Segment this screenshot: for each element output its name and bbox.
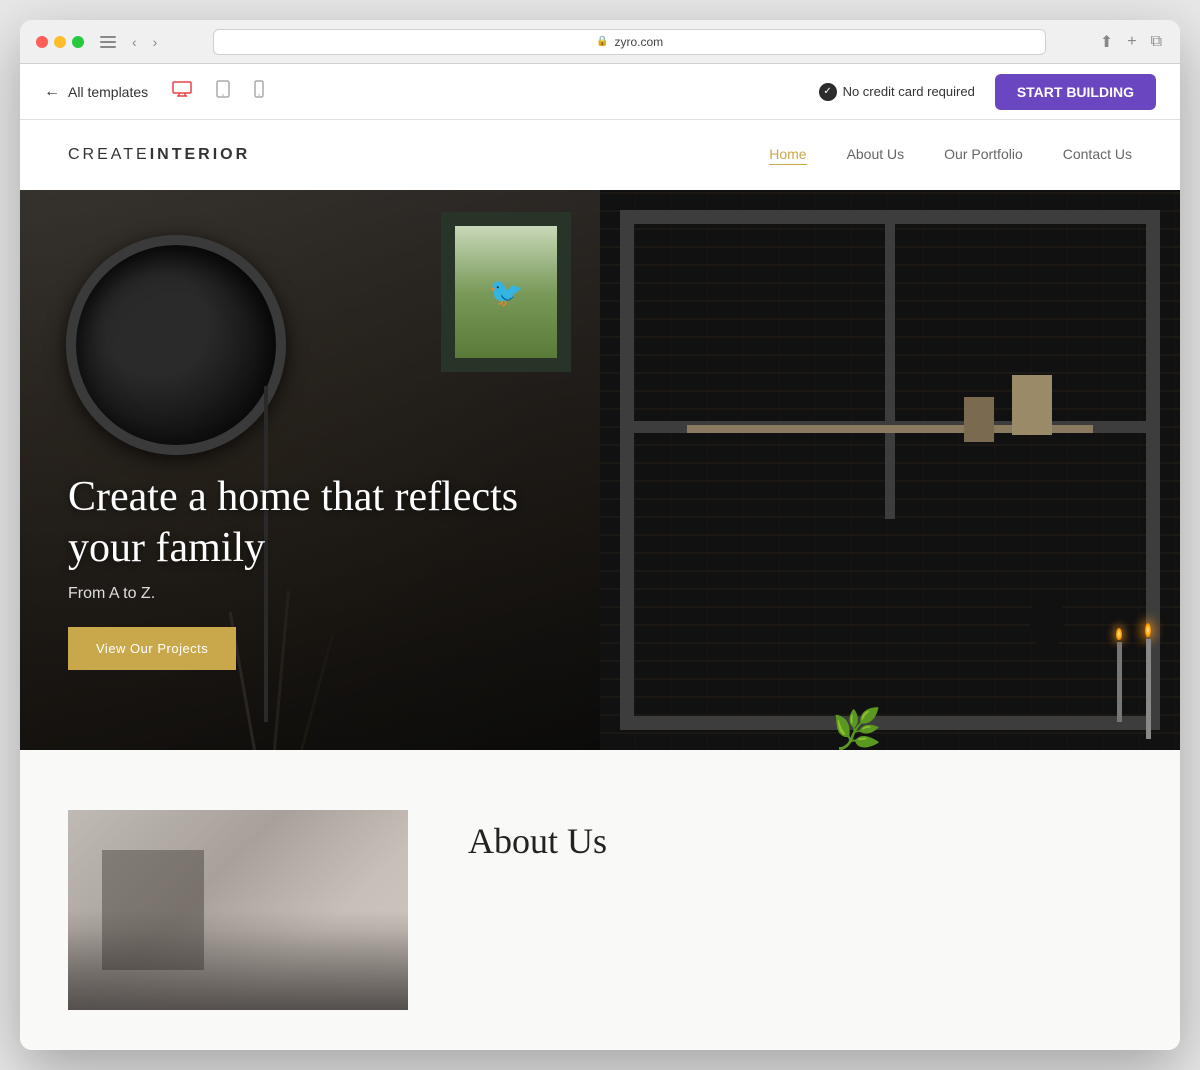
nav-link-about[interactable]: About Us: [847, 146, 905, 162]
hero-section: 🐦: [20, 190, 1180, 750]
back-link-label: All templates: [68, 84, 148, 100]
desktop-view-button[interactable]: [168, 77, 196, 106]
about-image: [68, 810, 408, 1010]
device-toggles: [168, 76, 268, 107]
nav-item-contact[interactable]: Contact Us: [1063, 146, 1132, 164]
browser-titlebar: ‹ › 🔒 zyro.com ⬆ + ⧉: [20, 20, 1180, 64]
candle-2: [1145, 623, 1151, 739]
plant-decoration: 🌿: [832, 710, 882, 750]
lamp-decoration: [66, 235, 286, 455]
nav-link-portfolio[interactable]: Our Portfolio: [944, 146, 1023, 162]
hero-right-panel: 🌿: [600, 190, 1180, 750]
nav-link-contact[interactable]: Contact Us: [1063, 146, 1132, 162]
about-content: About Us: [468, 810, 607, 862]
nav-item-about[interactable]: About Us: [847, 146, 905, 164]
shelf-item-2: [964, 397, 994, 442]
toolbar-right: ✓ No credit card required START BUILDING: [819, 74, 1156, 110]
hero-subtitle: From A to Z.: [68, 585, 528, 603]
website-preview: CREATEINTERIOR Home About Us Our Portfol…: [20, 120, 1180, 1050]
nav-link-home[interactable]: Home: [769, 146, 806, 165]
back-arrow-icon: ←: [44, 83, 60, 101]
back-to-templates-link[interactable]: ← All templates: [44, 83, 148, 101]
hero-title: Create a home that reflects your family: [68, 472, 528, 573]
forward-browser-button[interactable]: ›: [149, 32, 162, 52]
app-toolbar: ← All templates: [20, 64, 1180, 120]
dot-red[interactable]: [36, 36, 48, 48]
no-cc-label: No credit card required: [843, 84, 975, 99]
tablet-view-button[interactable]: [212, 76, 234, 107]
no-credit-card-badge: ✓ No credit card required: [819, 83, 975, 101]
hero-content: Create a home that reflects your family …: [68, 472, 528, 670]
share-button[interactable]: ⬆: [1098, 30, 1115, 54]
browser-window: ‹ › 🔒 zyro.com ⬆ + ⧉ ← All templates: [20, 20, 1180, 1050]
new-tab-button[interactable]: +: [1125, 31, 1138, 53]
site-navigation: CREATEINTERIOR Home About Us Our Portfol…: [20, 120, 1180, 190]
back-browser-button[interactable]: ‹: [128, 32, 141, 52]
browser-action-buttons: ⬆ + ⧉: [1098, 30, 1164, 54]
site-logo: CREATEINTERIOR: [68, 146, 250, 164]
bird-painting: 🐦: [441, 212, 571, 372]
start-building-button[interactable]: START BUILDING: [995, 74, 1156, 110]
dot-green[interactable]: [72, 36, 84, 48]
mobile-view-button[interactable]: [250, 76, 268, 107]
sidebar-toggle-icon[interactable]: [100, 36, 116, 48]
site-menu: Home About Us Our Portfolio Contact Us: [769, 146, 1132, 164]
check-circle-icon: ✓: [819, 83, 837, 101]
url-text: zyro.com: [614, 35, 663, 49]
about-title: About Us: [468, 820, 607, 862]
black-vase: [1030, 599, 1064, 649]
nav-item-portfolio[interactable]: Our Portfolio: [944, 146, 1023, 164]
nav-item-home[interactable]: Home: [769, 146, 806, 164]
about-section: About Us: [20, 750, 1180, 1050]
windows-button[interactable]: ⧉: [1149, 31, 1164, 53]
browser-nav-buttons: ‹ ›: [128, 32, 161, 52]
dot-yellow[interactable]: [54, 36, 66, 48]
address-bar[interactable]: 🔒 zyro.com: [213, 29, 1045, 55]
lock-icon: 🔒: [596, 36, 608, 47]
hero-cta-button[interactable]: View Our Projects: [68, 627, 236, 670]
candle-1: [1116, 628, 1122, 722]
bird-painting-inner: 🐦: [455, 226, 557, 358]
window-frame-right: [620, 210, 1160, 730]
shelf-item-1: [1012, 375, 1052, 435]
browser-dots: [36, 36, 84, 48]
